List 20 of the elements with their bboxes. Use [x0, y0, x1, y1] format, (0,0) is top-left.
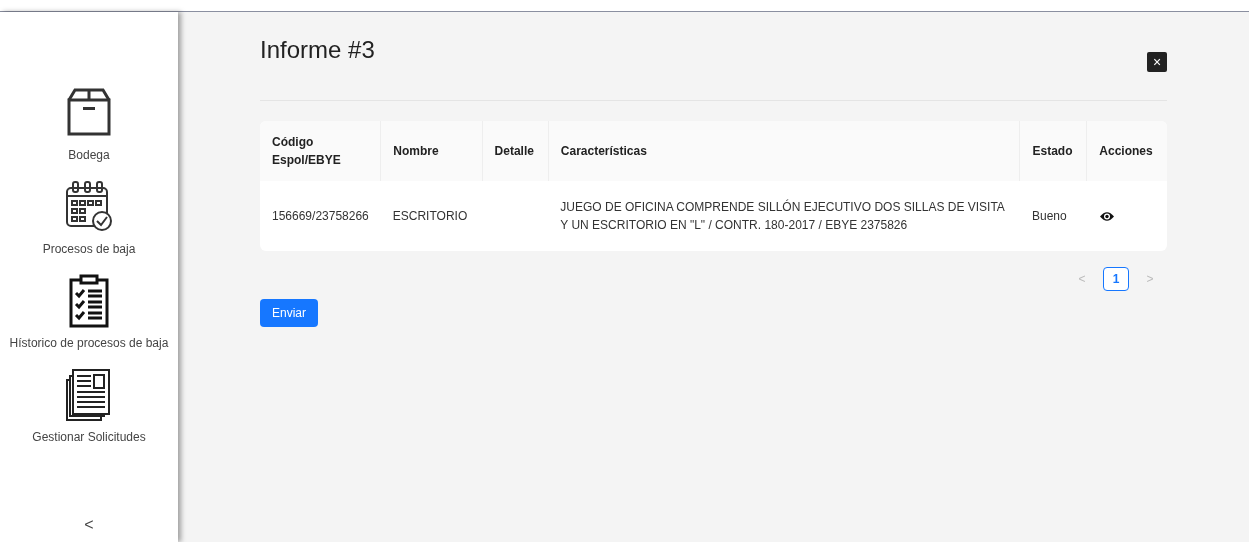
- column-header: Nombre: [380, 121, 483, 181]
- column-header: Características: [548, 121, 1020, 181]
- table-cell: Bueno: [1031, 209, 1067, 223]
- send-button[interactable]: Enviar: [260, 299, 318, 327]
- collapse-button[interactable]: <: [78, 512, 100, 538]
- column-header: Acciones: [1086, 121, 1167, 181]
- column-header: Código Espol/EBYE: [260, 121, 381, 181]
- table-cell: 156669/23758266: [272, 209, 369, 223]
- sidebar-item[interactable]: Gestionar Solicitudes: [32, 428, 146, 446]
- column-header: Estado: [1019, 121, 1087, 181]
- sidebar-item[interactable]: Procesos de baja: [42, 240, 136, 258]
- table-cell: ESCRITORIO: [392, 209, 468, 223]
- sidebar-item[interactable]: Bodega: [68, 146, 110, 164]
- column-header: Detalle: [482, 121, 549, 181]
- eye-icon[interactable]: [1098, 211, 1115, 223]
- sidebar-item[interactable]: Hístorico de procesos de baja: [9, 334, 169, 352]
- close-button[interactable]: ×: [1147, 52, 1167, 72]
- table-cell: JUEGO DE OFICINA COMPRENDE SILLÓN EJECUTIVO DOS SILLAS DE VISITA Y UN ESCRITORIO EN "L" / CONTR. 180-2017 / EBYE 2375826: [560, 200, 1005, 232]
- page-button[interactable]: 1: [1103, 267, 1129, 291]
- modal-title: Informe #3: [260, 36, 375, 65]
